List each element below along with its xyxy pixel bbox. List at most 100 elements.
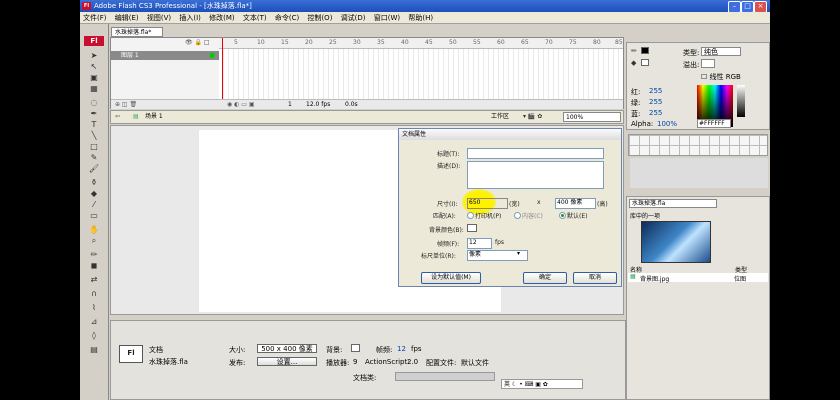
scene-icon: ▤ xyxy=(133,113,139,120)
bg-color-label: 背景颜色(B): xyxy=(429,227,464,234)
frame-tick: 45 xyxy=(425,39,433,46)
zoom-select[interactable]: 100% xyxy=(563,112,621,122)
add-layer-icon[interactable]: ⊕ ◫ 🗑 xyxy=(115,100,137,109)
publish-settings-button[interactable]: 设置... xyxy=(257,357,317,366)
fill-icon[interactable]: ◆ xyxy=(631,59,636,67)
menu-control[interactable]: 控制(O) xyxy=(304,12,335,24)
match-printer-radio[interactable]: 打印机(P) xyxy=(467,211,501,220)
fill-color-icon[interactable]: ◼ xyxy=(88,261,100,270)
menu-view[interactable]: 视图(V) xyxy=(144,12,174,24)
description-label: 描述(D): xyxy=(437,163,461,170)
back-arrow-icon[interactable]: ⇦ xyxy=(115,111,120,123)
color-type-select[interactable]: 纯色 xyxy=(701,47,741,56)
layer-row[interactable]: 图层 1 ■ xyxy=(111,51,219,60)
description-input[interactable] xyxy=(467,161,604,189)
cancel-button[interactable]: 取消 xyxy=(573,272,617,284)
make-default-button[interactable]: 设为默认值(M) xyxy=(421,272,481,284)
brush-tool-icon[interactable]: 🖌 xyxy=(88,164,100,173)
ink-bottle-tool-icon[interactable]: ⚱ xyxy=(88,178,100,187)
paint-bucket-tool-icon[interactable]: ◆ xyxy=(88,189,100,198)
menu-commands[interactable]: 命令(C) xyxy=(272,12,302,24)
document-class-input[interactable] xyxy=(395,372,495,381)
frame-tick: 20 xyxy=(305,39,313,46)
green-value[interactable]: 255 xyxy=(649,98,662,106)
document-tab[interactable]: 水珠掉落.fla* xyxy=(111,27,163,37)
blue-value[interactable]: 255 xyxy=(649,109,662,117)
workspace-dropdown[interactable]: 工作区 xyxy=(491,111,509,123)
height-input[interactable]: 400 像素 xyxy=(555,198,596,209)
match-contents-radio[interactable]: 内容(C) xyxy=(514,211,543,220)
hex-input[interactable]: #FFFFFF xyxy=(697,119,731,128)
background-color-swatch[interactable] xyxy=(351,344,360,352)
menu-insert[interactable]: 插入(I) xyxy=(176,12,204,24)
lasso-tool-icon[interactable]: ◌ xyxy=(88,98,100,107)
red-label: 红: xyxy=(631,88,641,96)
prop-fps-value[interactable]: 12 xyxy=(397,345,406,353)
playhead[interactable] xyxy=(222,38,223,108)
hand-tool-icon[interactable]: ✋ xyxy=(88,225,100,234)
menu-debug[interactable]: 调试(D) xyxy=(338,12,369,24)
frame-tick: 70 xyxy=(545,39,553,46)
alpha-value[interactable]: 100% xyxy=(657,120,677,128)
prop-size-label: 大小: xyxy=(229,346,246,354)
smooth-option-icon[interactable]: ⌇ xyxy=(88,303,100,312)
linear-rgb-label: 线性 RGB xyxy=(709,73,741,81)
option-icon-2[interactable]: ▤ xyxy=(88,345,100,354)
menu-edit[interactable]: 编辑(E) xyxy=(112,12,142,24)
swap-colors-icon[interactable]: ⇄ xyxy=(88,275,100,284)
scene-name[interactable]: 场景 1 xyxy=(145,111,163,123)
document-properties-dialog: 文档属性 标题(T): 描述(D): 尺寸(I): 650 (宽) x 400 … xyxy=(398,128,622,287)
gradient-bar[interactable] xyxy=(628,134,768,156)
fps-input[interactable]: 12 xyxy=(467,238,492,249)
ime-toolbar[interactable]: 英 ☾ • ⌨ ▣ ✿ xyxy=(501,379,583,389)
free-transform-tool-icon[interactable]: ▣ xyxy=(88,73,100,82)
option-icon[interactable]: ◊ xyxy=(88,331,100,340)
pencil-tool-icon[interactable]: ✎ xyxy=(88,153,100,162)
overflow-select[interactable] xyxy=(701,59,715,68)
document-size-button[interactable]: 500 x 400 像素 xyxy=(257,344,317,353)
layer-visibility-icons[interactable]: 👁 🔒 □ xyxy=(185,39,210,46)
selection-tool-icon[interactable]: ➤ xyxy=(88,51,100,60)
blue-label: 蓝: xyxy=(631,110,641,118)
gradient-tool-icon[interactable]: ▦ xyxy=(88,84,100,93)
pen-tool-icon[interactable]: ✒ xyxy=(88,109,100,118)
frame-tick: 15 xyxy=(281,39,289,46)
text-tool-icon[interactable]: T xyxy=(88,120,100,129)
frame-tick: 50 xyxy=(449,39,457,46)
menu-modify[interactable]: 修改(M) xyxy=(206,12,238,24)
stroke-color-icon[interactable]: ✏ xyxy=(88,250,100,259)
menu-window[interactable]: 窗口(W) xyxy=(371,12,403,24)
flash-window: Fl Adobe Flash CS3 Professional - [水珠掉落.… xyxy=(80,0,770,400)
right-panels: ✏ ◆ 类型: 纯色 溢出: ☐ 线性 RGB 红: 255 绿: 255 蓝:… xyxy=(626,40,770,400)
menu-bar: 文件(F) 编辑(E) 视图(V) 插入(I) 修改(M) 文本(T) 命令(C… xyxy=(80,12,770,24)
menu-file[interactable]: 文件(F) xyxy=(80,12,110,24)
width-input[interactable]: 650 xyxy=(467,198,508,209)
menu-help[interactable]: 帮助(H) xyxy=(405,12,436,24)
frame-ruler[interactable]: 5 10 15 20 25 30 35 40 45 50 55 60 65 70… xyxy=(219,38,623,49)
stroke-swatch[interactable] xyxy=(641,47,649,54)
library-document-select[interactable]: 水珠掉落.fla xyxy=(629,199,717,208)
title-input[interactable] xyxy=(467,148,604,159)
prop-publish-label: 发布: xyxy=(229,359,246,367)
eraser-tool-icon[interactable]: ▭ xyxy=(88,211,100,220)
brightness-slider[interactable] xyxy=(737,85,745,117)
onion-skin-icons[interactable]: ◉ ◐ ▭ ▣ xyxy=(227,100,255,109)
stroke-icon[interactable]: ✏ xyxy=(631,47,637,55)
line-tool-icon[interactable]: ╲ xyxy=(88,131,100,140)
eyedropper-tool-icon[interactable]: ⁄ xyxy=(88,200,100,209)
ok-button[interactable]: 确定 xyxy=(523,272,567,284)
zoom-tool-icon[interactable]: ⌕ xyxy=(88,236,100,245)
snap-option-icon[interactable]: ∩ xyxy=(88,289,100,298)
linear-rgb-checkbox[interactable]: ☐ 线性 RGB xyxy=(701,72,741,82)
match-default-radio[interactable]: 默认(E) xyxy=(559,211,587,220)
menu-text[interactable]: 文本(T) xyxy=(240,12,270,24)
subselect-tool-icon[interactable]: ↖ xyxy=(88,62,100,71)
red-value[interactable]: 255 xyxy=(649,87,662,95)
frames-area[interactable]: 5 10 15 20 25 30 35 40 45 50 55 60 65 70… xyxy=(219,38,623,108)
edit-scene-icon[interactable]: ▾ 🎬 ✿ xyxy=(523,111,542,123)
library-item-row[interactable]: ▦ 背景图.jpg 位图 xyxy=(628,273,768,283)
fill-swatch[interactable] xyxy=(641,59,649,66)
bg-color-swatch[interactable] xyxy=(467,224,477,232)
straighten-option-icon[interactable]: ⊿ xyxy=(88,317,100,326)
rectangle-tool-icon[interactable]: □ xyxy=(88,142,100,151)
